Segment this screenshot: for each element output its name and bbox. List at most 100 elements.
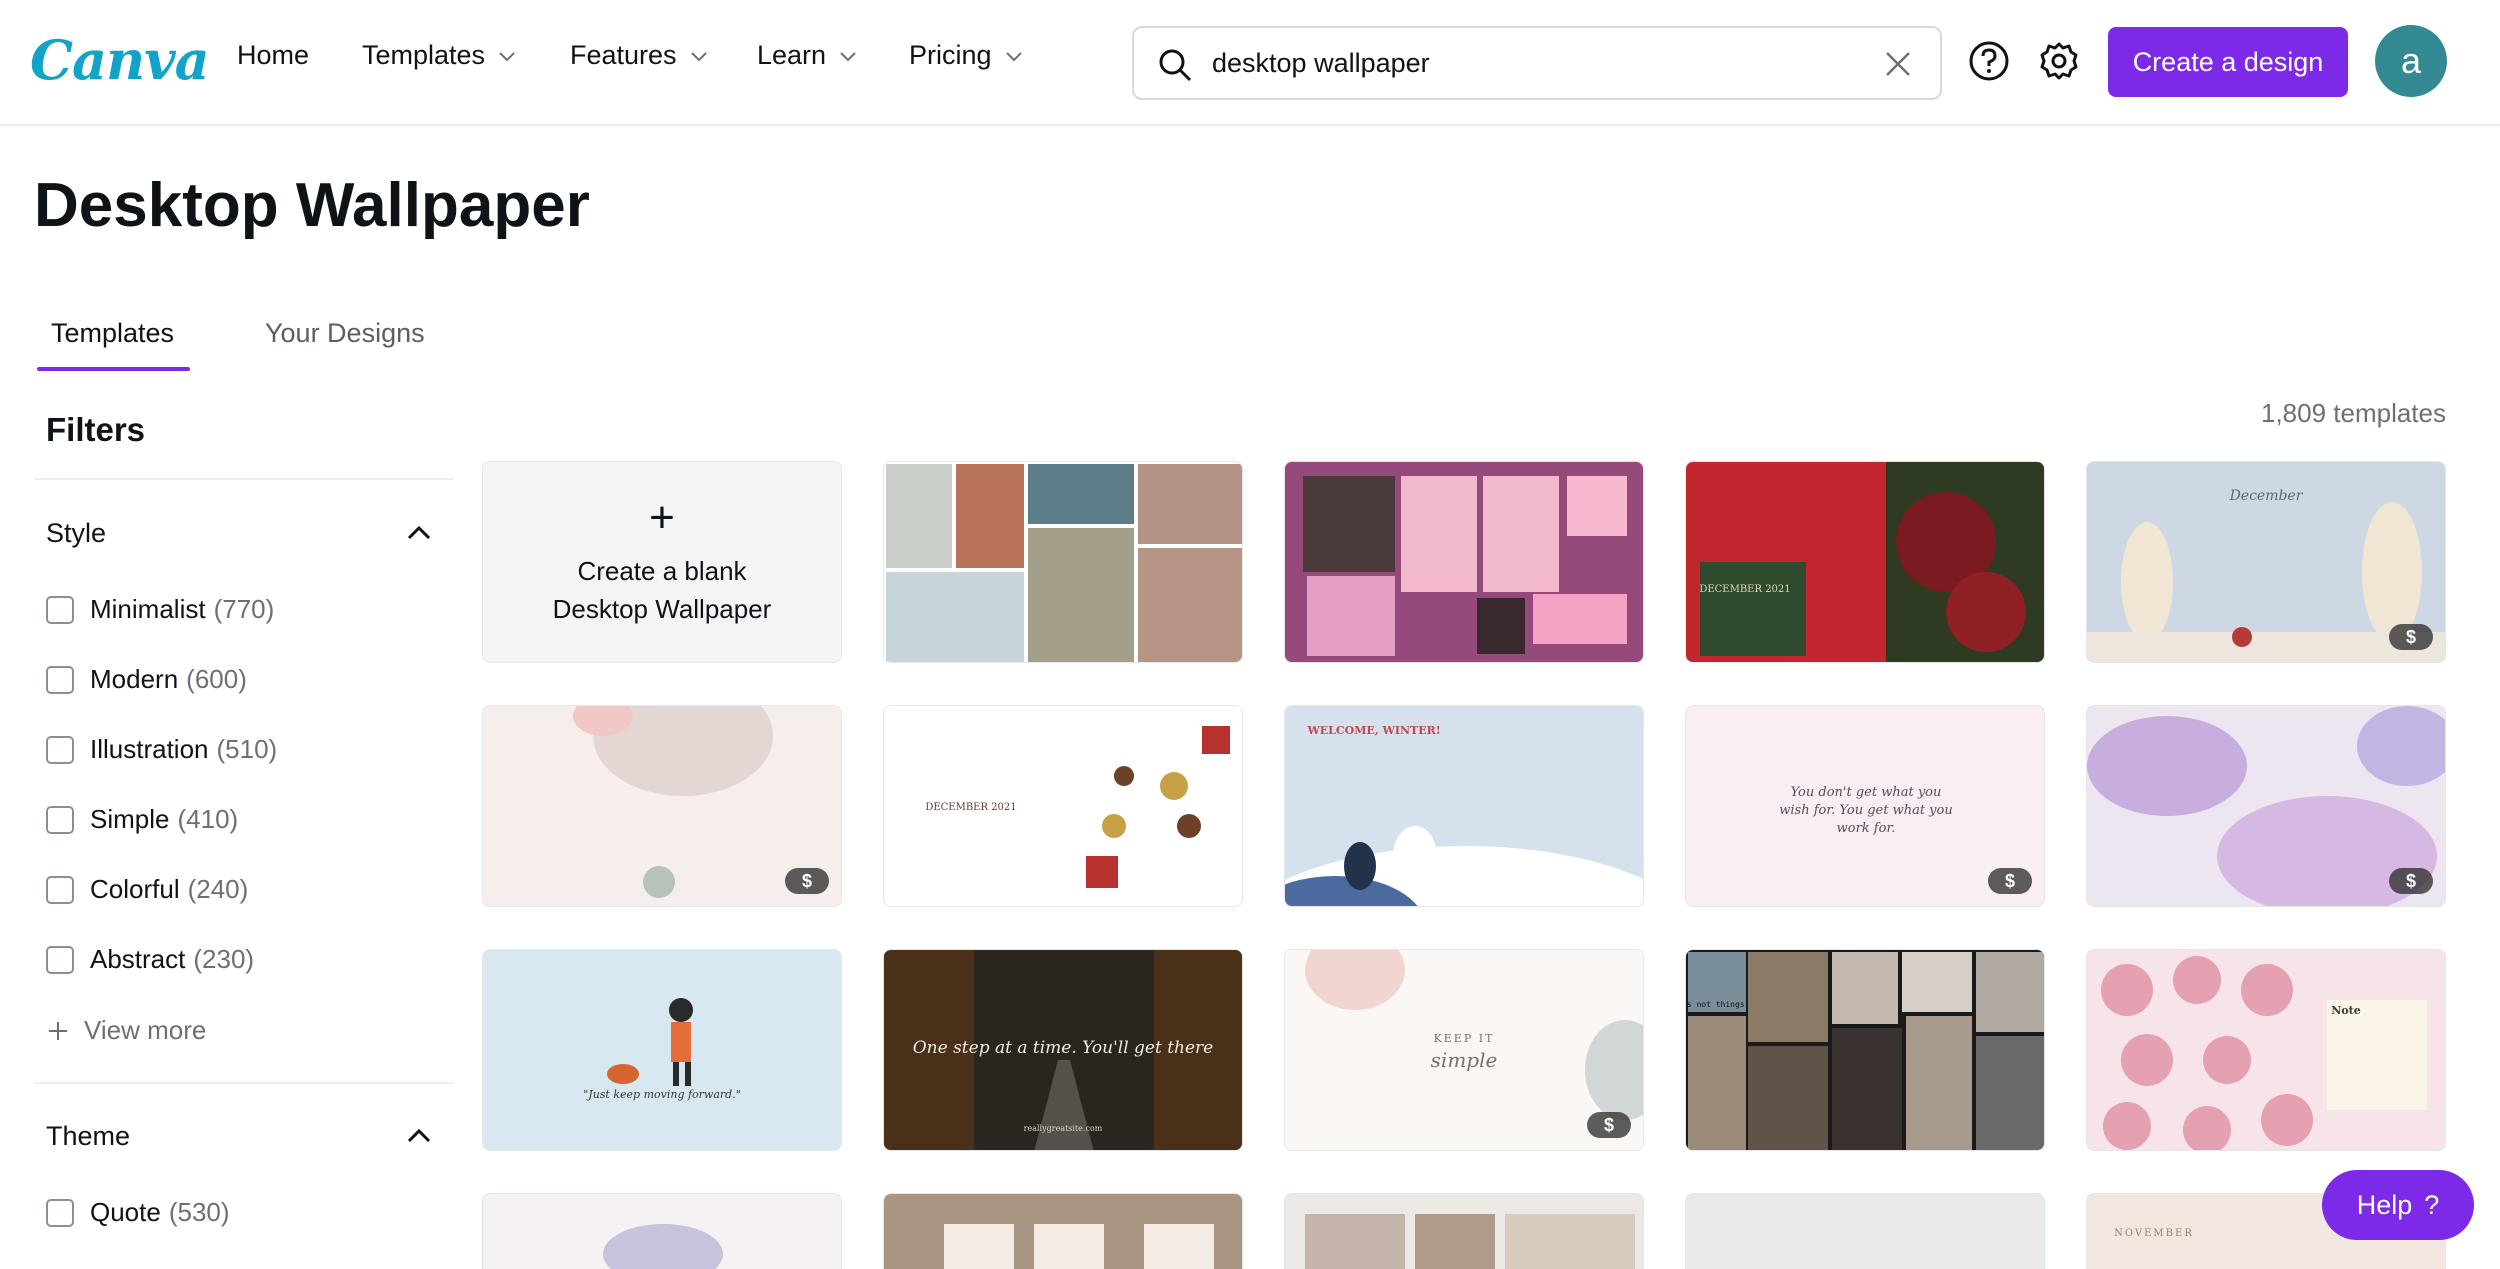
template-thumbnail [2087, 950, 2445, 1150]
create-blank-card[interactable]: + Create a blank Desktop Wallpaper [482, 461, 842, 663]
pro-badge: $ [1587, 1112, 1631, 1138]
filters-heading: Filters [46, 411, 146, 448]
thumbnail-text: reallygreatsite.com [1023, 1124, 1103, 1133]
plus-icon [49, 1021, 67, 1040]
template-card[interactable] [1284, 461, 1644, 663]
checkbox[interactable] [46, 735, 74, 764]
template-card[interactable]: December $ [2086, 461, 2446, 663]
divider [34, 1082, 454, 1084]
thumbnail-text: December [2229, 488, 2303, 504]
option-count: (240) [187, 874, 249, 904]
template-card[interactable] [1284, 1193, 1644, 1269]
template-card[interactable] [482, 1193, 842, 1269]
create-blank-label: Create a blank Desktop Wallpaper [552, 556, 772, 624]
filter-option-illustration[interactable]: Illustration (510) [46, 734, 277, 765]
divider [34, 478, 454, 480]
template-card[interactable] [883, 461, 1243, 663]
template-card[interactable] [883, 1193, 1243, 1269]
option-label: Simple [90, 804, 170, 834]
template-thumbnail [1285, 1194, 1643, 1269]
top-navigation-bar: Canva Home Templates Features Learn Pric… [0, 0, 2500, 126]
chevron-down-icon [840, 51, 856, 61]
thumbnail-text: Collect moments not things [1686, 1000, 1745, 1009]
checkbox[interactable] [46, 945, 74, 974]
plus-icon: + [649, 493, 675, 542]
checkbox[interactable] [46, 875, 74, 904]
pro-badge: $ [1988, 868, 2032, 894]
filter-option-modern[interactable]: Modern (600) [46, 664, 247, 695]
view-more-label: View more [84, 1015, 207, 1045]
close-icon[interactable] [1882, 48, 1914, 80]
thumbnail-text: WELCOME, WINTER! [1307, 724, 1441, 737]
canva-logo[interactable]: Canva [30, 28, 210, 92]
checkbox[interactable] [46, 805, 74, 834]
chevron-up-icon[interactable] [402, 516, 436, 550]
tab-your-designs[interactable]: Your Designs [265, 318, 425, 349]
template-card[interactable]: You don't get what you wish for. You get… [1685, 705, 2045, 907]
filter-option-abstract[interactable]: Abstract (230) [46, 944, 254, 975]
template-card[interactable]: KEEP IT simple $ [1284, 949, 1644, 1151]
help-circle-icon[interactable] [1968, 40, 2010, 82]
option-label: Colorful [90, 874, 180, 904]
filter-group-style[interactable]: Style [46, 518, 106, 549]
thumbnail-text: DECEMBER 2021 [1699, 584, 1791, 595]
help-button[interactable]: Help ? [2322, 1170, 2474, 1240]
tab-templates[interactable]: Templates [51, 318, 174, 349]
nav-features[interactable]: Features [570, 40, 711, 71]
template-card[interactable]: One step at a time. You'll get there rea… [883, 949, 1243, 1151]
thumbnail-text: Note [2331, 1004, 2361, 1017]
chevron-up-icon[interactable] [402, 1119, 436, 1153]
help-label: Help [2356, 1189, 2413, 1220]
template-card[interactable] [1685, 1193, 2045, 1269]
template-card[interactable]: Collect moments not things [1685, 949, 2045, 1151]
option-count: (530) [168, 1197, 230, 1227]
template-card[interactable]: $ [482, 705, 842, 907]
create-design-button[interactable]: Create a design [2108, 27, 2348, 97]
template-card[interactable]: "Just keep moving forward." [482, 949, 842, 1151]
template-card[interactable]: DECEMBER 2021 [1685, 461, 2045, 663]
filter-option-simple[interactable]: Simple (410) [46, 804, 238, 835]
option-count: (510) [216, 734, 278, 764]
thumbnail-text: NOVEMBER [2114, 1228, 2194, 1239]
option-count: (600) [186, 664, 247, 694]
page-title: Desktop Wallpaper [34, 171, 590, 240]
template-card[interactable]: DECEMBER 2021 [883, 705, 1243, 907]
template-thumbnail [884, 1194, 1242, 1269]
filter-option-minimalist[interactable]: Minimalist (770) [46, 594, 274, 625]
view-more-link[interactable]: View more [46, 1015, 206, 1046]
nav-learn[interactable]: Learn [757, 40, 860, 71]
option-label: Quote [90, 1197, 161, 1227]
checkbox[interactable] [46, 665, 74, 694]
template-card[interactable]: WELCOME, WINTER! [1284, 705, 1644, 907]
thumbnail-text: DECEMBER 2021 [925, 802, 1017, 813]
nav-templates-label: Templates [362, 40, 486, 70]
checkbox[interactable] [46, 595, 74, 624]
option-count: (770) [213, 594, 275, 624]
template-thumbnail [1285, 462, 1643, 662]
filter-option-colorful[interactable]: Colorful (240) [46, 874, 248, 905]
thumbnail-text: simple [1430, 1048, 1498, 1072]
option-count: (230) [193, 944, 255, 974]
chevron-down-icon [1005, 51, 1022, 61]
template-thumbnail [483, 1194, 841, 1269]
avatar[interactable]: a [2375, 25, 2447, 97]
chevron-down-icon [499, 51, 515, 61]
search-input[interactable]: desktop wallpaper [1212, 48, 1430, 79]
nav-pricing-label: Pricing [909, 40, 992, 70]
nav-home[interactable]: Home [237, 40, 309, 71]
search-box[interactable]: desktop wallpaper [1132, 26, 1942, 100]
nav-templates[interactable]: Templates [362, 40, 519, 71]
template-thumbnail [1686, 1194, 2044, 1269]
template-card[interactable]: Note [2086, 949, 2446, 1151]
question-mark-icon: ? [2424, 1189, 2440, 1220]
checkbox[interactable] [46, 1198, 74, 1227]
nav-pricing[interactable]: Pricing [909, 40, 1026, 71]
option-label: Abstract [90, 944, 186, 974]
option-label: Minimalist [90, 594, 206, 624]
filter-option-quote[interactable]: Quote (530) [46, 1197, 230, 1228]
template-card[interactable]: $ [2086, 705, 2446, 907]
filter-group-theme[interactable]: Theme [46, 1121, 130, 1152]
active-tab-indicator [37, 367, 190, 371]
template-thumbnail [884, 462, 1242, 662]
gear-icon[interactable] [2038, 40, 2080, 82]
